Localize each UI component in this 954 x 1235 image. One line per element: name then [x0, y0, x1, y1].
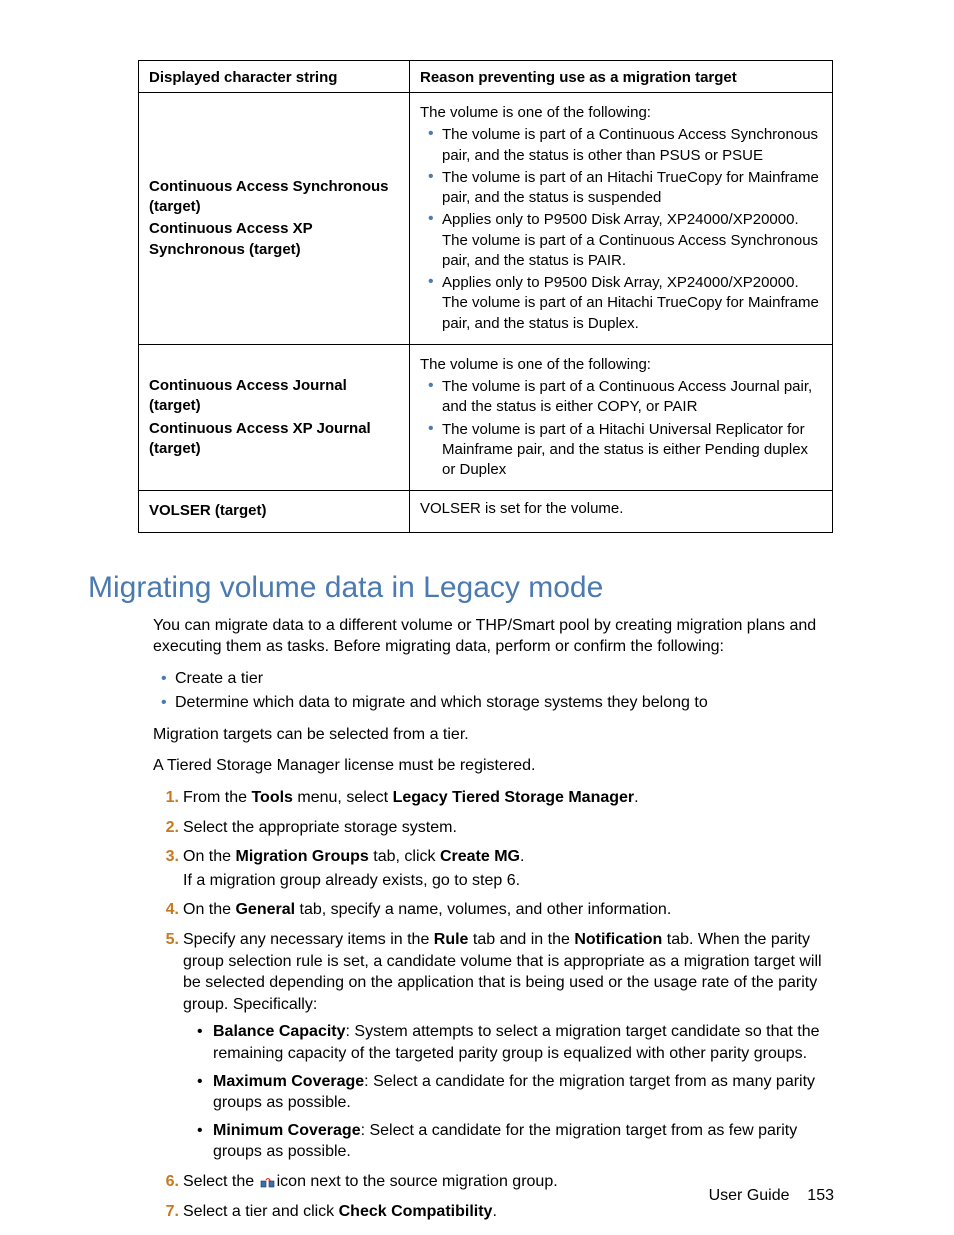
step-item: Select the appropriate storage system. — [183, 817, 833, 839]
list-item: Create a tier — [175, 668, 833, 690]
table-row: VOLSER (target) VOLSER is set for the vo… — [139, 491, 833, 532]
footer-label: User Guide — [709, 1187, 790, 1204]
intro-paragraph: You can migrate data to a different volu… — [153, 615, 833, 658]
procedure-steps: From the Tools menu, select Legacy Tiere… — [153, 787, 833, 1222]
step-subtext: If a migration group already exists, go … — [183, 870, 833, 892]
step-item: On the General tab, specify a name, volu… — [183, 899, 833, 921]
body-paragraph: Migration targets can be selected from a… — [153, 724, 833, 746]
table-header-1: Reason preventing use as a migration tar… — [410, 61, 833, 93]
list-item: Determine which data to migrate and whic… — [175, 692, 833, 714]
table-cell-text: Continuous Access Journal (target) — [149, 376, 399, 417]
table-header-0: Displayed character string — [139, 61, 410, 93]
migration-target-table: Displayed character string Reason preven… — [138, 60, 833, 533]
table-cell-text: The volume is one of the following: — [420, 355, 822, 375]
step-sub-bullet: Balance Capacity: System attempts to sel… — [213, 1021, 833, 1064]
page-footer: User Guide 153 — [709, 1187, 834, 1205]
table-cell-bullet: The volume is part of a Hitachi Universa… — [442, 420, 822, 481]
table-cell-text: Continuous Access XP Journal (target) — [149, 419, 399, 460]
table-cell-bullet: The volume is part of a Continuous Acces… — [442, 125, 822, 166]
step-item: From the Tools menu, select Legacy Tiere… — [183, 787, 833, 809]
step-sub-bullet: Minimum Coverage: Select a candidate for… — [213, 1120, 833, 1163]
table-cell-bullet: The volume is part of a Continuous Acces… — [442, 377, 822, 418]
step-item: On the Migration Groups tab, click Creat… — [183, 846, 833, 891]
step-sub-bullet: Maximum Coverage: Select a candidate for… — [213, 1071, 833, 1114]
section-heading: Migrating volume data in Legacy mode — [88, 571, 834, 605]
prerequisite-list: Create a tier Determine which data to mi… — [153, 668, 833, 714]
page-number: 153 — [807, 1187, 834, 1204]
table-row: Continuous Access Journal (target) Conti… — [139, 344, 833, 491]
step-item: Specify any necessary items in the Rule … — [183, 929, 833, 1163]
body-paragraph: A Tiered Storage Manager license must be… — [153, 755, 833, 777]
table-cell-text: Continuous Access Synchronous (target) — [149, 177, 399, 218]
table-cell-text: The volume is one of the following: — [420, 103, 822, 123]
table-cell-bullet: Applies only to P9500 Disk Array, XP2400… — [442, 210, 822, 271]
table-cell-text: VOLSER is set for the volume. — [420, 500, 623, 517]
table-cell-bullet: Applies only to P9500 Disk Array, XP2400… — [442, 273, 822, 334]
table-cell-bullet: The volume is part of an Hitachi TrueCop… — [442, 168, 822, 209]
table-cell-text: Continuous Access XP Synchronous (target… — [149, 219, 399, 260]
table-cell-text: VOLSER (target) — [149, 501, 399, 521]
table-row: Continuous Access Synchronous (target) C… — [139, 93, 833, 345]
migration-icon — [260, 1175, 276, 1189]
